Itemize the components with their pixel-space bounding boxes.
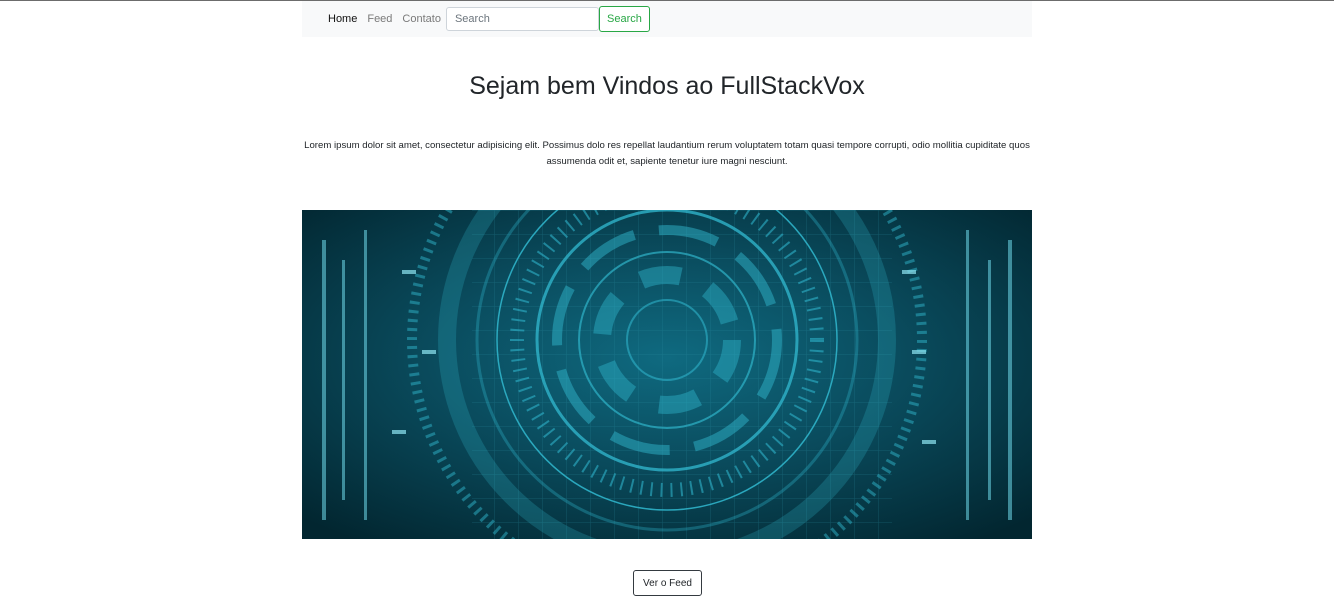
intro-paragraph: Lorem ipsum dolor sit amet, consectetur … xyxy=(304,140,1030,167)
view-feed-button[interactable]: Ver o Feed xyxy=(633,570,702,596)
search-button[interactable]: Search xyxy=(598,6,650,32)
technology-circuit-hud-image xyxy=(302,210,1032,539)
navbar: Home Feed Contato Search xyxy=(302,1,1032,37)
hero-image xyxy=(302,210,1032,539)
search-input[interactable] xyxy=(445,7,599,31)
page-container: Home Feed Contato Search Sejam bem Vindo… xyxy=(302,1,1032,596)
page-title: Sejam bem Vindos ao FullStackVox xyxy=(469,72,865,100)
nav-link-contato[interactable]: Contato xyxy=(402,12,441,26)
search-form: Search xyxy=(445,6,650,32)
nav-link-home[interactable]: Home xyxy=(328,12,357,26)
nav-link-feed[interactable]: Feed xyxy=(367,12,392,26)
